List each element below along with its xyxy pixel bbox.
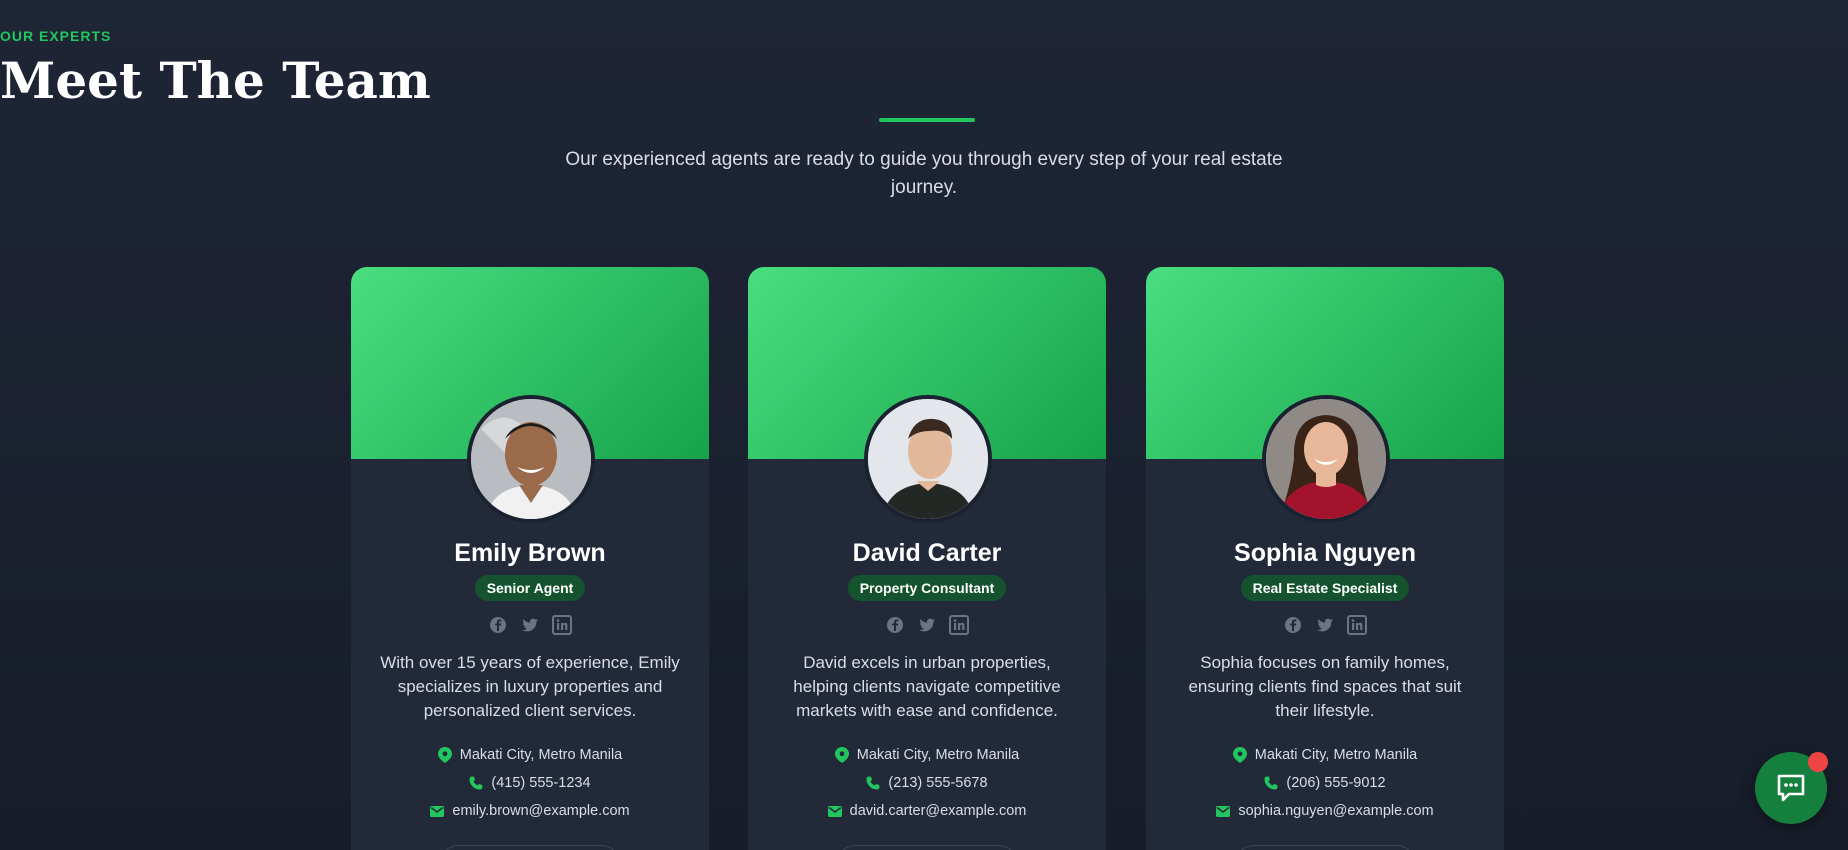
social-links — [748, 615, 1106, 635]
contact-button[interactable] — [1234, 845, 1416, 850]
contact-button[interactable] — [439, 845, 621, 850]
agent-phone[interactable]: (213) 555-5678 — [748, 775, 1106, 791]
phone-text: (415) 555-1234 — [491, 775, 591, 792]
agent-email[interactable]: emily.brown@example.com — [351, 803, 709, 819]
phone-icon — [866, 776, 880, 790]
email-text: sophia.nguyen@example.com — [1238, 803, 1434, 820]
section-title: Meet The Team — [0, 51, 431, 110]
location-text: Makati City, Metro Manila — [459, 747, 623, 764]
twitter-icon[interactable] — [520, 615, 540, 635]
agent-bio: Sophia focuses on family homes, ensuring… — [1188, 653, 1462, 720]
phone-text: (213) 555-5678 — [888, 775, 988, 792]
agent-bio: With over 15 years of experience, Emily … — [380, 653, 680, 720]
phone-icon — [1264, 776, 1278, 790]
mail-icon — [1216, 805, 1231, 817]
agent-name: David Carter — [852, 539, 1002, 567]
mail-icon — [430, 805, 445, 817]
agent-card: Emily Brown Senior Agent With over 15 ye… — [351, 267, 709, 850]
section-eyebrow: OUR EXPERTS — [0, 28, 112, 44]
agent-email[interactable]: sophia.nguyen@example.com — [1146, 803, 1504, 819]
facebook-icon[interactable] — [1283, 615, 1303, 635]
agent-role-badge: Property Consultant — [847, 575, 1007, 601]
agent-phone[interactable]: (206) 555-9012 — [1146, 775, 1504, 791]
agent-role-badge: Senior Agent — [474, 575, 586, 601]
agent-name: Emily Brown — [454, 539, 606, 567]
avatar — [467, 395, 595, 523]
contact-button[interactable] — [836, 845, 1018, 850]
social-links — [1146, 615, 1504, 635]
phone-text: (206) 555-9012 — [1286, 775, 1386, 792]
agent-name: Sophia Nguyen — [1234, 539, 1416, 567]
facebook-icon[interactable] — [488, 615, 508, 635]
map-pin-icon — [437, 747, 452, 764]
agent-location: Makati City, Metro Manila — [351, 747, 709, 764]
map-pin-icon — [834, 747, 849, 764]
location-text: Makati City, Metro Manila — [856, 747, 1020, 764]
avatar — [1262, 395, 1390, 523]
team-page: OUR EXPERTS Meet The Team Our experience… — [0, 0, 1848, 850]
email-text: david.carter@example.com — [849, 803, 1027, 820]
agent-location: Makati City, Metro Manila — [748, 747, 1106, 764]
chat-icon — [1777, 774, 1805, 802]
agent-bio: David excels in urban properties, helpin… — [793, 653, 1061, 720]
agent-location: Makati City, Metro Manila — [1146, 747, 1504, 764]
phone-icon — [469, 776, 483, 790]
linkedin-icon[interactable] — [552, 615, 572, 635]
linkedin-icon[interactable] — [949, 615, 969, 635]
agent-role-badge: Real Estate Specialist — [1240, 575, 1410, 601]
twitter-icon[interactable] — [1315, 615, 1335, 635]
section-subtitle: Our experienced agents are ready to guid… — [565, 149, 1283, 198]
facebook-icon[interactable] — [885, 615, 905, 635]
agent-card: Sophia Nguyen Real Estate Specialist Sop… — [1146, 267, 1504, 850]
twitter-icon[interactable] — [917, 615, 937, 635]
social-links — [351, 615, 709, 635]
agent-phone[interactable]: (415) 555-1234 — [351, 775, 709, 791]
notification-dot — [1808, 752, 1828, 772]
avatar — [864, 395, 992, 523]
agent-card: David Carter Property Consultant David e… — [748, 267, 1106, 850]
linkedin-icon[interactable] — [1347, 615, 1367, 635]
mail-icon — [827, 805, 842, 817]
map-pin-icon — [1232, 747, 1247, 764]
agent-email[interactable]: david.carter@example.com — [748, 803, 1106, 819]
location-text: Makati City, Metro Manila — [1254, 747, 1418, 764]
title-underline — [879, 118, 975, 122]
email-text: emily.brown@example.com — [452, 803, 630, 820]
